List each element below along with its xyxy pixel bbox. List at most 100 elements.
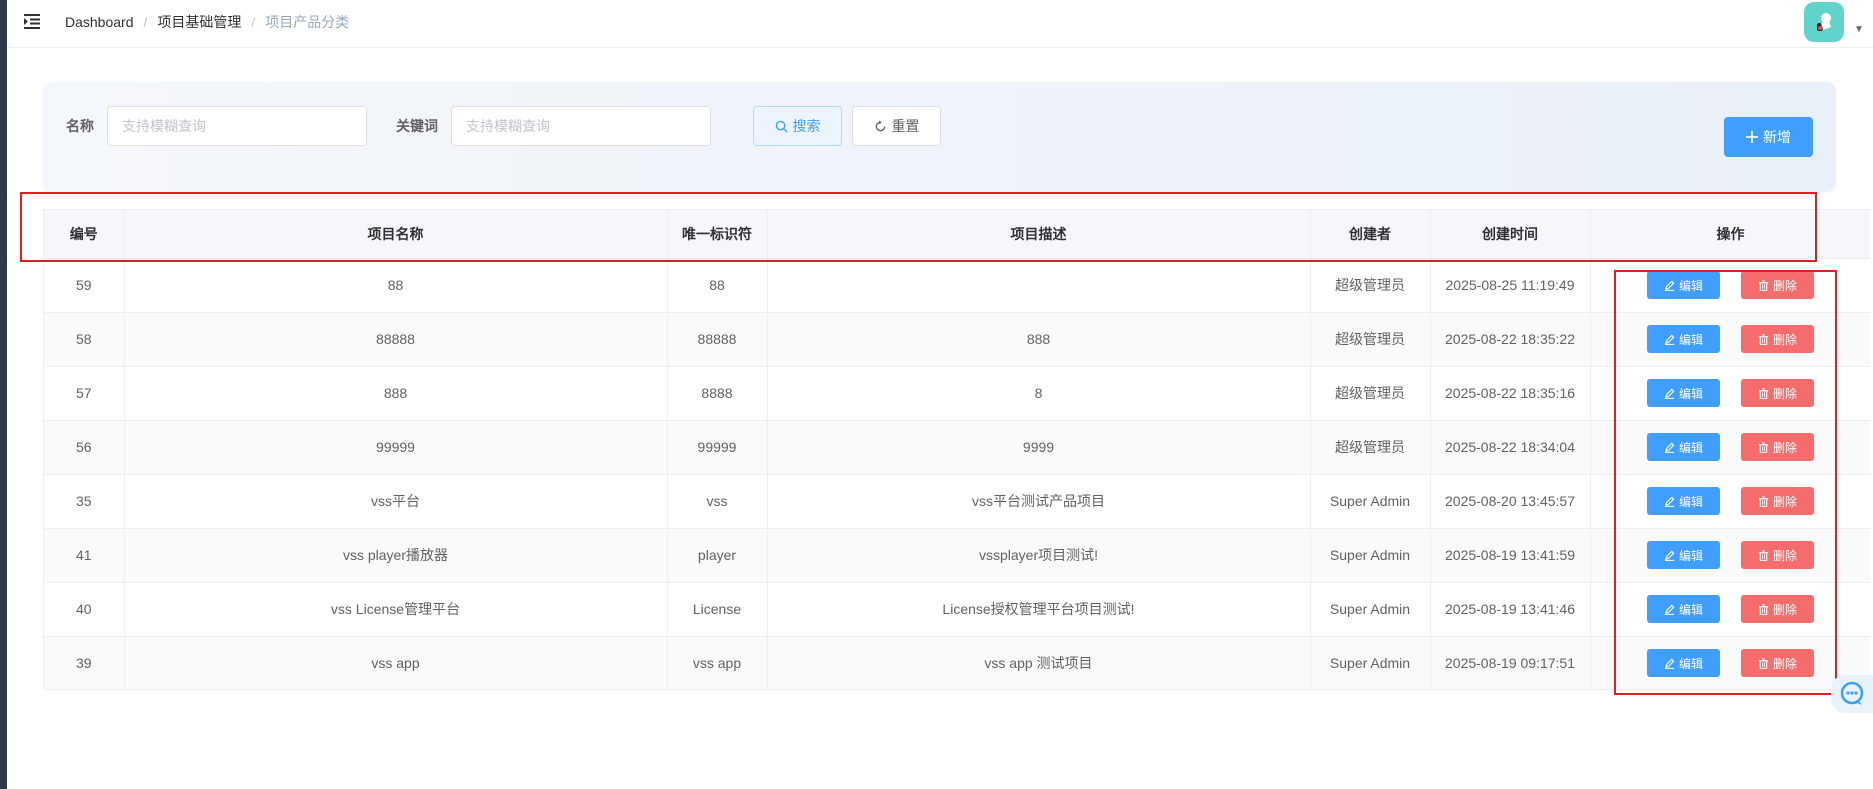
cell-description: vss平台测试产品项目 [767,474,1311,529]
cell-actions: 编辑 删除 [1590,366,1870,421]
search-button[interactable]: 搜索 [753,106,842,146]
filter-panel: 名称 关键词 搜索 重置 新增 [42,82,1836,192]
cell-id: 58 [44,312,125,367]
column-header-key: 唯一标识符 [667,210,768,259]
trash-icon [1758,279,1769,291]
reset-button-label: 重置 [891,118,920,134]
delete-button-label: 删除 [1772,440,1797,455]
keyword-filter-label: 关键词 [396,118,438,134]
cell-creator: Super Admin [1310,474,1431,529]
edit-button[interactable]: 编辑 [1647,649,1720,677]
avatar[interactable] [1804,2,1844,42]
table-row: 57 888 8888 8 超级管理员 2025-08-22 18:35:16 编辑 删除 [44,366,1870,421]
breadcrumb: Dashboard / 项目基础管理 / 项目产品分类 [65,12,349,32]
cell-creator: Super Admin [1310,636,1431,689]
name-search-input[interactable] [107,106,367,146]
column-header-creator: 创建者 [1310,210,1431,259]
trash-icon [1758,549,1769,561]
cell-created-time: 2025-08-25 11:19:49 [1430,258,1591,313]
cell-key: vss [667,474,768,529]
sidebar-edge [0,0,7,789]
cell-id: 59 [44,258,125,313]
breadcrumb-project-basics[interactable]: 项目基础管理 [157,12,241,32]
delete-button[interactable]: 删除 [1741,271,1814,299]
cell-created-time: 2025-08-20 13:45:57 [1430,474,1591,529]
cell-id: 35 [44,474,125,529]
cell-created-time: 2025-08-22 18:35:16 [1430,366,1591,421]
edit-icon [1664,550,1675,561]
search-button-label: 搜索 [792,118,821,134]
edit-button[interactable]: 编辑 [1647,595,1720,623]
edit-icon [1664,658,1675,669]
cell-description: 8 [767,366,1311,421]
cell-id: 39 [44,636,125,689]
chat-bubble-button[interactable] [1831,675,1873,713]
cell-key: 99999 [667,420,768,475]
name-filter-label: 名称 [66,118,94,134]
cell-key: License [667,582,768,637]
column-header-name: 项目名称 [124,210,668,259]
delete-button-label: 删除 [1772,332,1797,347]
edit-button[interactable]: 编辑 [1647,271,1720,299]
delete-button[interactable]: 删除 [1741,325,1814,353]
edit-button[interactable]: 编辑 [1647,433,1720,461]
edit-icon [1664,442,1675,453]
cell-actions: 编辑 删除 [1590,528,1870,583]
project-table: 编号 项目名称 唯一标识符 项目描述 创建者 创建时间 操作 59 88 88 超级管… [43,209,1870,690]
cell-description: vss app 测试项目 [767,636,1311,689]
trash-icon [1758,603,1769,615]
delete-button-label: 删除 [1772,278,1797,293]
breadcrumb-separator: / [251,14,256,30]
edit-icon [1664,496,1675,507]
edit-button-label: 编辑 [1678,602,1703,617]
column-header-actions: 操作 [1590,210,1870,259]
caret-down-icon[interactable]: ▼ [1854,24,1864,35]
cell-actions: 编辑 删除 [1590,258,1870,313]
table-row: 40 vss License管理平台 License License授权管理平台项目测… [44,582,1870,637]
plus-icon [1746,131,1758,143]
edit-button[interactable]: 编辑 [1647,325,1720,353]
edit-button-label: 编辑 [1678,332,1703,347]
table-header-row: 编号 项目名称 唯一标识符 项目描述 创建者 创建时间 操作 [44,210,1870,259]
cell-project-name: 888 [124,366,668,421]
delete-button[interactable]: 删除 [1741,379,1814,407]
edit-button[interactable]: 编辑 [1647,487,1720,515]
edit-icon [1664,334,1675,345]
cell-creator: 超级管理员 [1310,420,1431,475]
cell-creator: 超级管理员 [1310,366,1431,421]
avatar-image [1817,13,1831,31]
table-row: 56 99999 99999 9999 超级管理员 2025-08-22 18:34:04… [44,420,1870,475]
cell-project-name: vss player播放器 [124,528,668,583]
delete-button[interactable]: 删除 [1741,541,1814,569]
cell-id: 57 [44,366,125,421]
delete-button[interactable]: 删除 [1741,487,1814,515]
cell-actions: 编辑 删除 [1590,636,1870,689]
edit-icon [1664,388,1675,399]
cell-created-time: 2025-08-19 09:17:51 [1430,636,1591,689]
delete-button[interactable]: 删除 [1741,649,1814,677]
edit-button[interactable]: 编辑 [1647,541,1720,569]
cell-actions: 编辑 删除 [1590,474,1870,529]
cell-description [767,258,1311,313]
cell-project-name: 88 [124,258,668,313]
delete-button-label: 删除 [1772,548,1797,563]
trash-icon [1758,495,1769,507]
trash-icon [1758,657,1769,669]
delete-button[interactable]: 删除 [1741,433,1814,461]
menu-fold-icon[interactable] [23,12,41,30]
keyword-search-input[interactable] [451,106,711,146]
edit-icon [1664,280,1675,291]
chat-bubble-icon [1840,681,1864,705]
cell-project-name: 99999 [124,420,668,475]
breadcrumb-dashboard[interactable]: Dashboard [65,12,134,32]
edit-button[interactable]: 编辑 [1647,379,1720,407]
cell-creator: Super Admin [1310,528,1431,583]
reset-button[interactable]: 重置 [852,106,941,146]
cell-creator: 超级管理员 [1310,258,1431,313]
delete-button[interactable]: 删除 [1741,595,1814,623]
cell-description: 888 [767,312,1311,367]
edit-button-label: 编辑 [1678,494,1703,509]
edit-icon [1664,604,1675,615]
add-button[interactable]: 新增 [1724,117,1813,157]
cell-project-name: vss License管理平台 [124,582,668,637]
